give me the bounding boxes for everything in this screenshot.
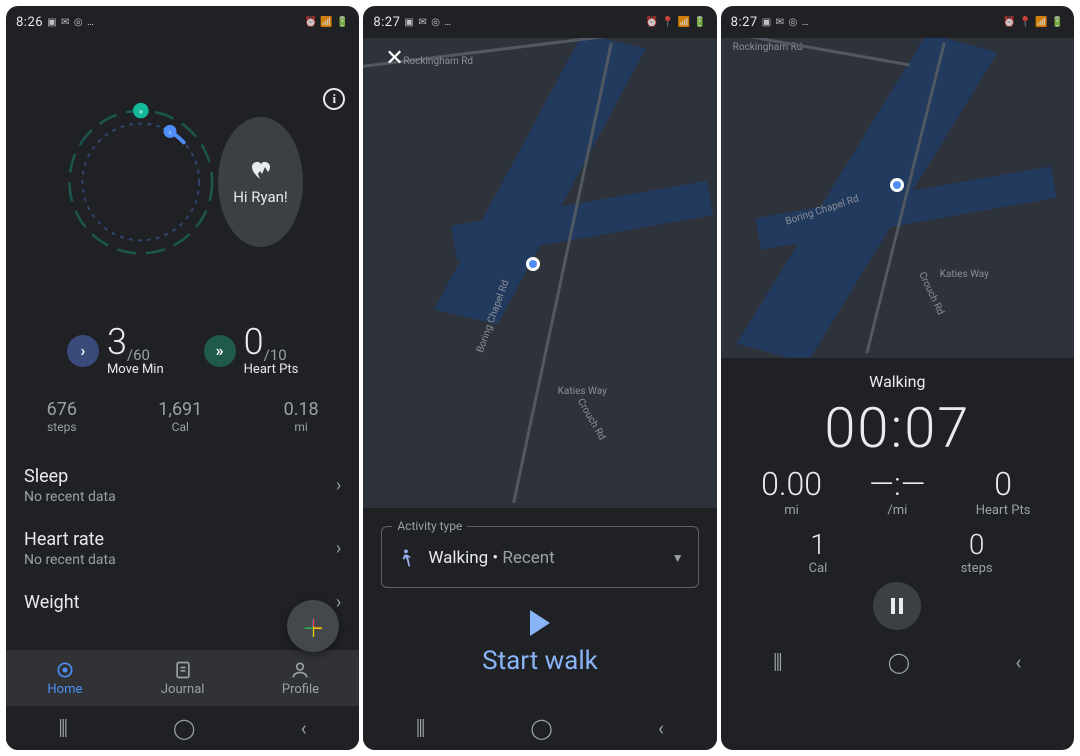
recent-apps-button[interactable]: ⫼ (59, 716, 68, 740)
screen-active-workout: 8:27 ▣ ✉ ◎ … ⏰ 📍 📶 🔋 Rockingham Rd Borin… (721, 6, 1074, 750)
profile-tab-icon (290, 660, 310, 680)
chevron-down-icon: ▼ (672, 551, 684, 565)
field-legend: Activity type (392, 519, 467, 533)
svg-text:›: › (169, 128, 171, 137)
home-button[interactable]: ◯ (530, 716, 552, 740)
recent-apps-button[interactable]: ⫼ (773, 650, 782, 674)
play-icon (530, 610, 550, 636)
close-icon[interactable]: ✕ (385, 46, 403, 71)
status-bar: 8:27 ▣ ✉ ◎ … ⏰ 📍 📶 🔋 (721, 6, 1074, 38)
home-button[interactable]: ◯ (173, 716, 195, 740)
move-min-goal[interactable]: › 3/60 Move Min (67, 324, 164, 377)
pause-button[interactable] (873, 582, 921, 630)
chevron-right-icon: › (336, 538, 341, 559)
workout-panel: Walking 00:07 0.00 mi —:— /mi 0 Heart Pt… (721, 358, 1074, 640)
heart-pts-metric: 0 Heart Pts (950, 465, 1056, 518)
list-item-heart-rate[interactable]: Heart rate No recent data › (6, 517, 359, 580)
heart-pts-goal[interactable]: » 0/10 Heart Pts (204, 324, 299, 377)
android-nav-bar: ⫼ ◯ ‹ (721, 640, 1074, 684)
primary-metrics: 0.00 mi —:— /mi 0 Heart Pts (721, 465, 1074, 518)
plus-icon: ＋ (301, 609, 325, 644)
heart-pts-value: 0 (244, 321, 264, 363)
nav-home-tab[interactable]: Home (6, 650, 124, 706)
chevron-right-icon: › (336, 475, 341, 496)
activity-rings[interactable]: » › Hi Ryan! (63, 62, 303, 302)
system-icons: ⏰ 📶 🔋 (305, 17, 350, 28)
map-view[interactable]: ✕ Rockingham Rd Boring Chapel Rd Katies … (363, 38, 716, 508)
list-item-sleep[interactable]: Sleep No recent data › (6, 454, 359, 517)
goals-row: › 3/60 Move Min » 0/10 Heart Pts (67, 324, 298, 377)
elapsed-timer: 00:07 (824, 395, 970, 461)
move-min-icon: › (67, 335, 99, 367)
heart-pts-icon: » (204, 335, 236, 367)
steps-metric: 0 steps (897, 528, 1056, 576)
pause-icon (891, 598, 895, 614)
notification-icons: ▣ ✉ ◎ … (47, 17, 95, 28)
rings-svg: » › (63, 62, 219, 302)
road-label: Katies Way (940, 269, 989, 280)
bottom-nav: Home Journal Profile (6, 650, 359, 706)
clock-time: 8:26 (16, 15, 43, 30)
map-view[interactable]: Rockingham Rd Boring Chapel Rd Katies Wa… (721, 38, 1074, 358)
activity-picker-panel: Activity type Walking • Recent ▼ Start w… (363, 508, 716, 706)
status-bar: 8:27 ▣ ✉ ◎ … ⏰ 📍 📶 🔋 (363, 6, 716, 38)
system-icons: ⏰ 📍 📶 🔋 (1003, 17, 1064, 28)
back-button[interactable]: ‹ (658, 716, 664, 740)
activity-title: Walking (869, 372, 925, 391)
activity-type-selector[interactable]: Activity type Walking • Recent ▼ (381, 526, 698, 588)
start-walk-button[interactable]: Start walk (482, 610, 598, 688)
activity-ring-area: » › Hi Ryan! › 3/60 Move Min (6, 46, 359, 434)
daily-stats-row: 676 steps 1,691 Cal 0.18 mi (6, 399, 359, 434)
current-location-dot (526, 257, 540, 271)
road-label: Rockingham Rd (403, 56, 473, 67)
distance-metric: 0.00 mi (739, 465, 845, 518)
nav-profile-tab[interactable]: Profile (242, 650, 360, 706)
move-min-value: 3 (107, 321, 127, 363)
road-label: Crouch Rd (575, 397, 608, 442)
system-icons: ⏰ 📍 📶 🔋 (646, 17, 707, 28)
pace-metric: —:— /mi (844, 465, 950, 518)
distance-stat[interactable]: 0.18 mi (284, 399, 319, 434)
status-bar: 8:26 ▣ ✉ ◎ … ⏰ 📶 🔋 (6, 6, 359, 38)
notification-icons: ▣ ✉ ◎ … (762, 17, 810, 28)
secondary-metrics: 1 Cal 0 steps (721, 528, 1074, 576)
chevron-right-icon: › (336, 592, 341, 613)
back-button[interactable]: ‹ (301, 716, 307, 740)
greeting-text: Hi Ryan! (233, 188, 288, 206)
road-label: Katies Way (558, 386, 607, 397)
svg-text:»: » (139, 107, 143, 117)
home-tab-icon (55, 660, 75, 680)
current-location-dot (890, 178, 904, 192)
ring-center: Hi Ryan! (218, 117, 302, 247)
calories-stat[interactable]: 1,691 Cal (158, 399, 202, 434)
clock-time: 8:27 (731, 15, 758, 30)
journal-tab-icon (173, 660, 193, 680)
heart-icon (247, 158, 273, 182)
calories-metric: 1 Cal (739, 528, 898, 576)
back-button[interactable]: ‹ (1015, 650, 1021, 674)
android-nav-bar: ⫼ ◯ ‹ (6, 706, 359, 750)
screen-home: 8:26 ▣ ✉ ◎ … ⏰ 📶 🔋 i » › (6, 6, 359, 750)
move-min-label: Move Min (107, 362, 164, 377)
clock-time: 8:27 (373, 15, 400, 30)
notification-icons: ▣ ✉ ◎ … (404, 17, 452, 28)
heart-pts-label: Heart Pts (244, 362, 299, 377)
nav-journal-tab[interactable]: Journal (124, 650, 242, 706)
screen-start-activity: 8:27 ▣ ✉ ◎ … ⏰ 📍 📶 🔋 ✕ Rockingham Rd Bor… (363, 6, 716, 750)
walk-icon (396, 547, 416, 569)
steps-stat[interactable]: 676 steps (47, 399, 77, 434)
recent-apps-button[interactable]: ⫼ (416, 716, 425, 740)
add-activity-fab[interactable]: ＋ (287, 600, 339, 652)
home-button[interactable]: ◯ (888, 650, 910, 674)
android-nav-bar: ⫼ ◯ ‹ (363, 706, 716, 750)
